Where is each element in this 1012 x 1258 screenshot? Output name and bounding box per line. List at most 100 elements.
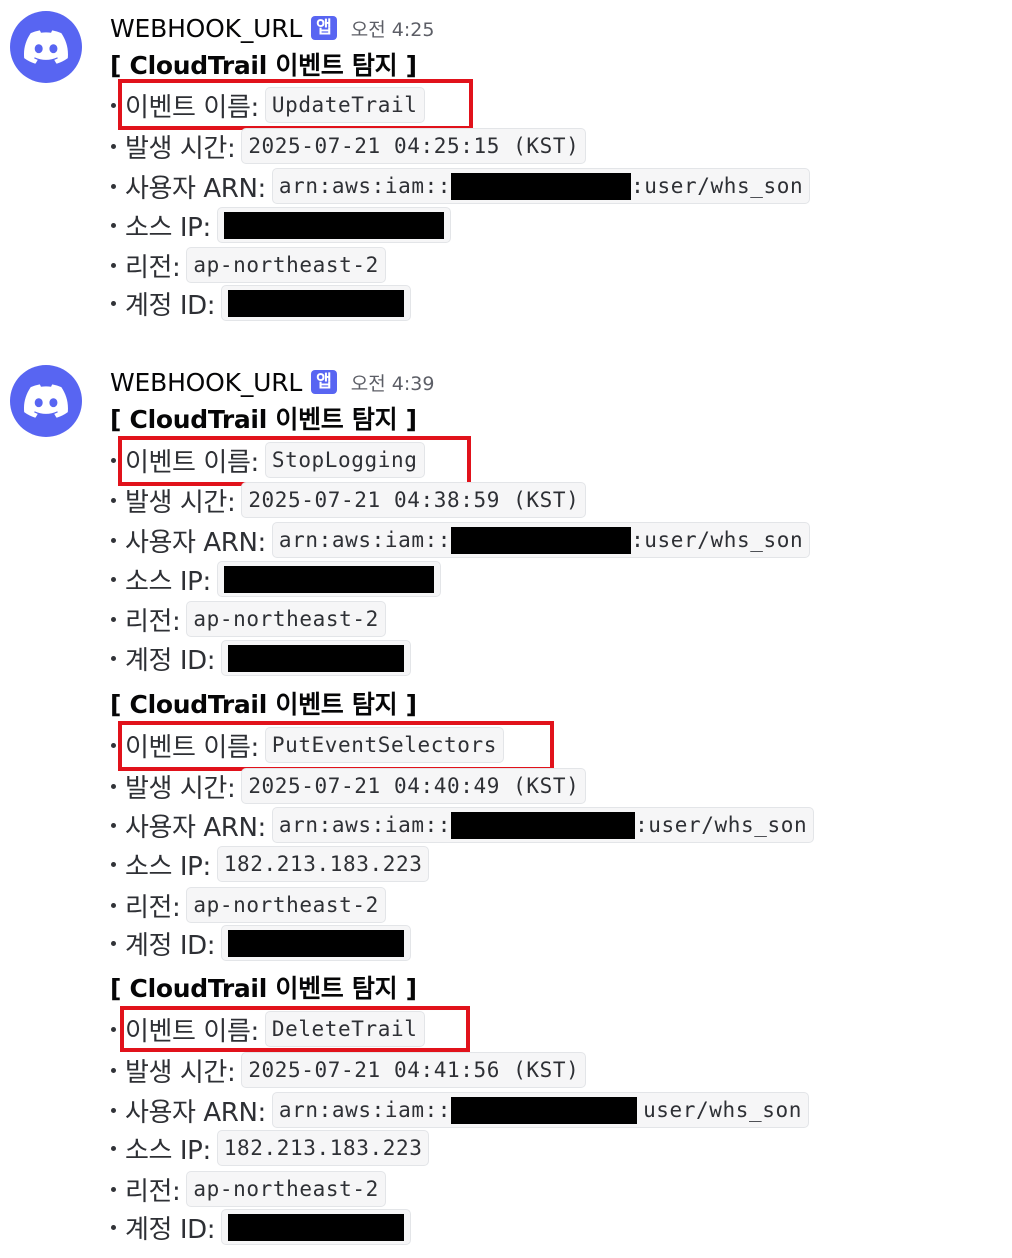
ip-value	[216, 561, 441, 597]
arn-line: 사용자 ARN: arn:aws:iam:: user/whs_son	[110, 1091, 809, 1129]
bullet	[111, 1107, 116, 1113]
highlight-box	[120, 1006, 470, 1052]
message-header: WEBHOOK_URL 앱 오전 4:39	[110, 364, 434, 400]
account-line: 계정 ID:	[110, 284, 412, 322]
ip-value: 182.213.183.223	[216, 1130, 430, 1166]
bullet	[111, 497, 116, 503]
arn-prefix: arn:aws:iam::	[278, 174, 452, 198]
ip-line: 소스 IP:	[110, 560, 441, 598]
redaction-block	[451, 811, 636, 839]
time-line: 발생 시간: 2025-07-21 04:40:49 (KST)	[110, 767, 587, 805]
account-value	[221, 925, 412, 961]
bullet	[111, 1067, 116, 1073]
account-label: 계정 ID:	[125, 1214, 216, 1245]
time-line: 발생 시간: 2025-07-21 04:41:56 (KST)	[110, 1051, 587, 1089]
ip-line: 소스 IP: 182.213.183.223	[110, 845, 430, 883]
arn-suffix: :user/whs_son	[631, 174, 804, 198]
highlight-box	[118, 721, 554, 771]
avatar[interactable]	[10, 365, 82, 437]
time-value: 2025-07-21 04:40:49 (KST)	[241, 768, 587, 804]
time-value: 2025-07-21 04:38:59 (KST)	[241, 482, 587, 518]
account-label: 계정 ID:	[125, 290, 216, 321]
app-badge: 앱	[311, 370, 337, 394]
highlight-box	[118, 436, 471, 486]
account-label: 계정 ID:	[125, 930, 216, 961]
redaction-block	[228, 1213, 405, 1241]
arn-line: 사용자 ARN: arn:aws:iam:::user/whs_son	[110, 167, 811, 205]
arn-label: 사용자 ARN:	[125, 812, 266, 843]
bullet	[111, 861, 116, 867]
ip-label: 소스 IP:	[125, 1135, 211, 1166]
timestamp[interactable]: 오전 4:25	[351, 15, 435, 42]
arn-suffix: :user/whs_son	[635, 813, 808, 837]
redaction-block	[223, 211, 444, 239]
region-value: ap-northeast-2	[186, 1171, 386, 1207]
discord-logo-icon	[24, 30, 68, 64]
time-label: 발생 시간:	[125, 487, 236, 518]
discord-logo-icon	[24, 384, 68, 418]
region-line: 리전: ap-northeast-2	[110, 600, 386, 638]
account-value	[221, 285, 412, 321]
arn-prefix: arn:aws:iam::	[278, 1098, 452, 1122]
time-value: 2025-07-21 04:41:56 (KST)	[241, 1052, 587, 1088]
arn-value: arn:aws:iam:: user/whs_son	[271, 1092, 809, 1128]
arn-value: arn:aws:iam:::user/whs_son	[271, 168, 811, 204]
username[interactable]: WEBHOOK_URL	[110, 368, 302, 397]
bullet	[111, 457, 116, 463]
avatar[interactable]	[10, 11, 82, 83]
bullet	[111, 616, 116, 622]
ip-label: 소스 IP:	[125, 212, 211, 243]
bullet	[111, 783, 116, 789]
region-label: 리전:	[125, 1176, 181, 1207]
redaction-block	[451, 1096, 638, 1124]
region-label: 리전:	[125, 252, 181, 283]
account-value	[221, 640, 412, 676]
bullet	[111, 576, 116, 582]
arn-prefix: arn:aws:iam::	[278, 528, 452, 552]
message-header: WEBHOOK_URL 앱 오전 4:25	[110, 10, 434, 46]
ip-line: 소스 IP:	[110, 206, 451, 244]
arn-value: arn:aws:iam:::user/whs_son	[271, 807, 815, 843]
ip-line: 소스 IP: 182.213.183.223	[110, 1129, 430, 1167]
bullet	[111, 300, 116, 306]
arn-value: arn:aws:iam:::user/whs_son	[271, 522, 811, 558]
region-line: 리전: ap-northeast-2	[110, 246, 386, 284]
arn-suffix: :user/whs_son	[631, 528, 804, 552]
bullet	[111, 1186, 116, 1192]
region-value: ap-northeast-2	[186, 887, 386, 923]
account-label: 계정 ID:	[125, 645, 216, 676]
ip-value	[216, 207, 451, 243]
arn-line: 사용자 ARN: arn:aws:iam:::user/whs_son	[110, 521, 811, 559]
redaction-block	[228, 644, 405, 672]
arn-label: 사용자 ARN:	[125, 173, 266, 204]
bullet	[111, 742, 116, 748]
redaction-block	[451, 172, 632, 200]
bullet	[111, 1026, 116, 1032]
ip-label: 소스 IP:	[125, 851, 211, 882]
ip-label: 소스 IP:	[125, 566, 211, 597]
app-badge: 앱	[311, 16, 337, 40]
timestamp[interactable]: 오전 4:39	[351, 369, 435, 396]
bullet	[111, 902, 116, 908]
account-line: 계정 ID:	[110, 924, 412, 962]
bullet	[111, 1145, 116, 1151]
event-title: [ CloudTrail 이벤트 탐지 ]	[110, 405, 417, 434]
redaction-block	[228, 289, 405, 317]
bullet	[111, 183, 116, 189]
region-label: 리전:	[125, 892, 181, 923]
arn-label: 사용자 ARN:	[125, 527, 266, 558]
highlight-box	[118, 79, 473, 130]
time-label: 발생 시간:	[125, 773, 236, 804]
region-line: 리전: ap-northeast-2	[110, 1170, 386, 1208]
bullet	[111, 655, 116, 661]
time-line: 발생 시간: 2025-07-21 04:25:15 (KST)	[110, 127, 587, 165]
region-label: 리전:	[125, 606, 181, 637]
time-line: 발생 시간: 2025-07-21 04:38:59 (KST)	[110, 481, 587, 519]
bullet	[111, 1224, 116, 1230]
username[interactable]: WEBHOOK_URL	[110, 14, 302, 43]
arn-suffix: user/whs_son	[643, 1098, 802, 1122]
region-value: ap-northeast-2	[186, 601, 386, 637]
event-title: [ CloudTrail 이벤트 탐지 ]	[110, 974, 417, 1003]
account-value	[221, 1209, 412, 1245]
bullet	[111, 262, 116, 268]
